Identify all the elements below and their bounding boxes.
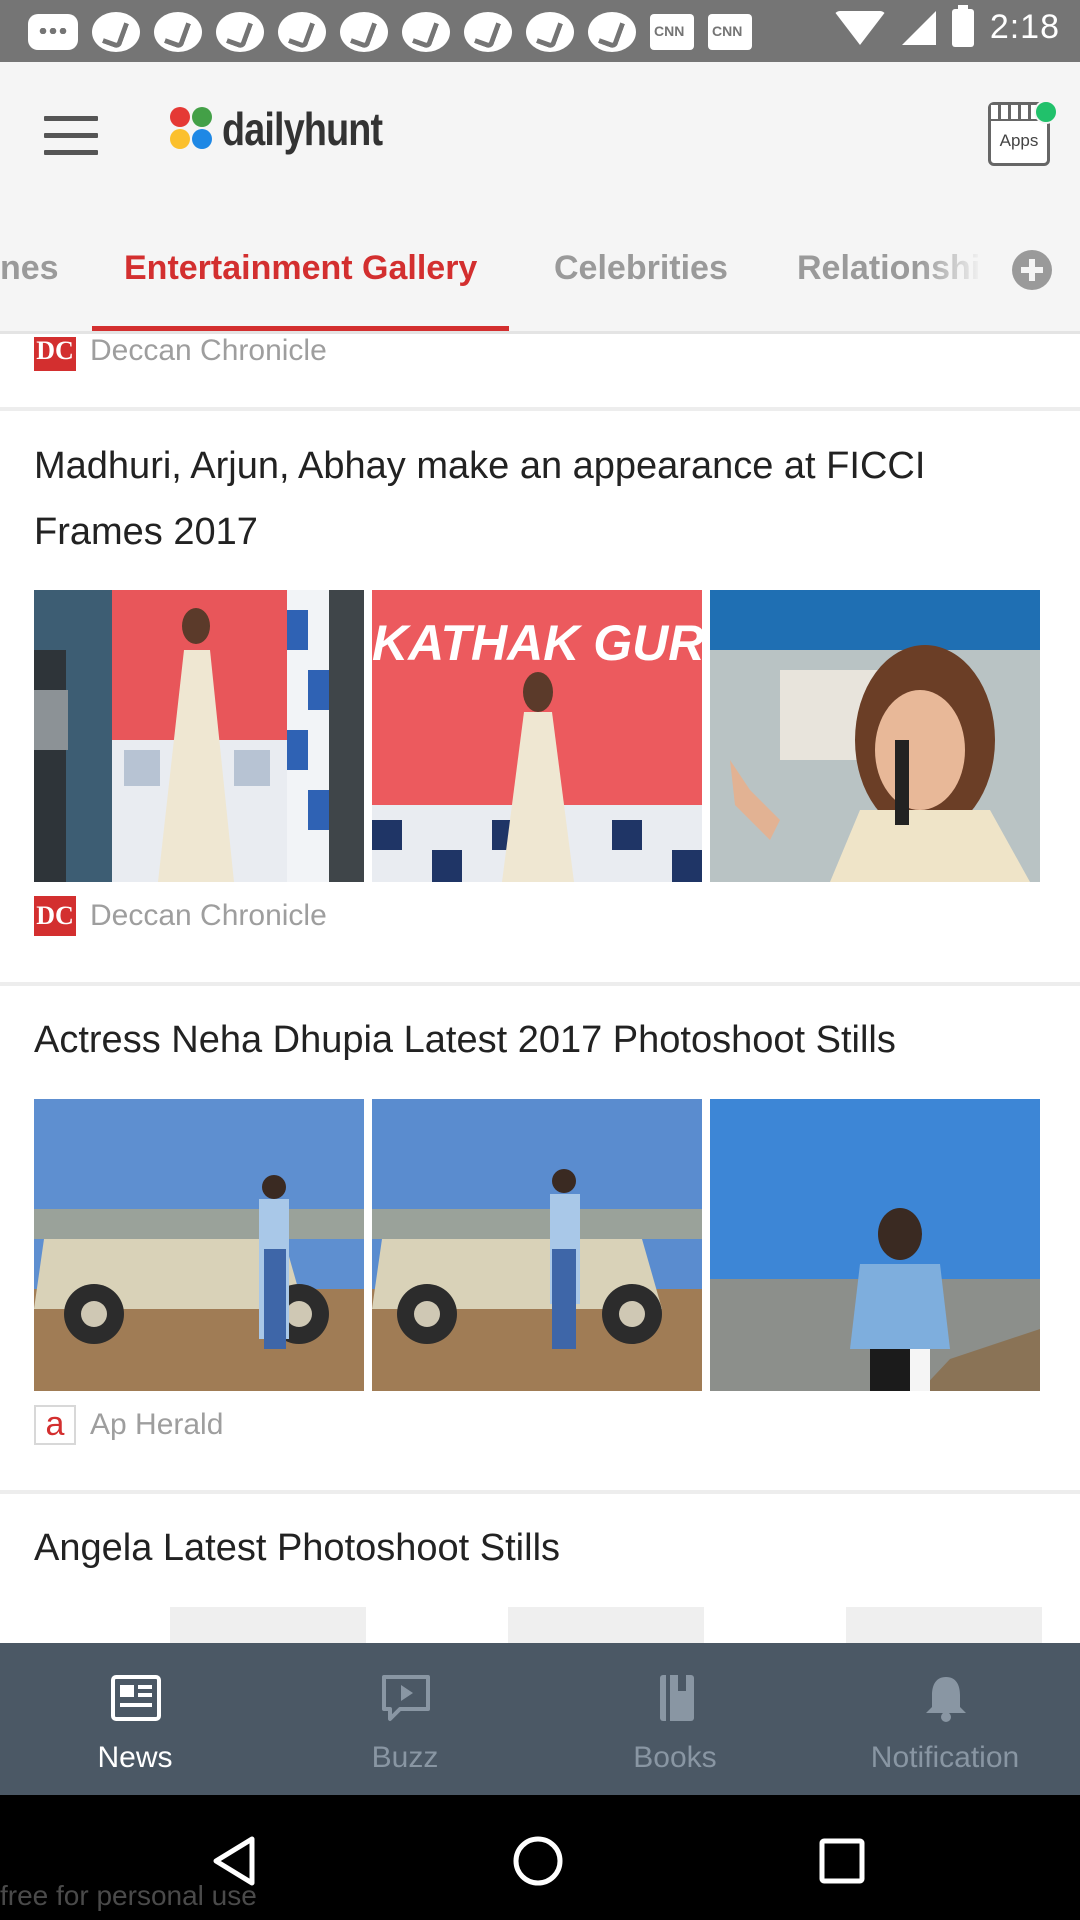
app-bar: dailyhunt Apps	[0, 62, 1080, 202]
deccan-chronicle-logo: DC	[34, 337, 76, 371]
article-source: DC Deccan Chronicle	[34, 337, 327, 371]
logo-text: dailyhunt	[222, 103, 383, 155]
clock: 2:18	[989, 8, 1060, 46]
article-photo[interactable]: KATHAK GURU, PA	[372, 590, 702, 882]
tune-icon	[588, 12, 636, 52]
newspaper-icon	[111, 1675, 161, 1721]
cnn-icon	[708, 14, 752, 50]
article-photo[interactable]	[34, 1099, 364, 1391]
card-divider	[0, 1490, 1080, 1494]
notification-icons	[28, 12, 752, 52]
tune-icon	[340, 12, 388, 52]
battery-icon	[951, 4, 974, 47]
tab-celebrities[interactable]: Celebrities	[554, 202, 728, 331]
tune-icon	[154, 12, 202, 52]
nav-label: Buzz	[371, 1741, 439, 1774]
news-feed[interactable]: DC Deccan Chronicle Madhuri, Arjun, Abha…	[0, 337, 1080, 1643]
add-tab-icon[interactable]	[1012, 250, 1052, 290]
source-name: Deccan Chronicle	[90, 899, 327, 932]
nav-buzz[interactable]: Buzz	[270, 1643, 540, 1795]
ap-herald-logo: a	[34, 1405, 76, 1445]
recents-icon[interactable]	[818, 1837, 866, 1885]
tune-icon	[526, 12, 574, 52]
article-photo[interactable]	[710, 590, 1040, 882]
nav-label: Notification	[870, 1741, 1020, 1774]
play-icon	[382, 1675, 430, 1721]
source-name: Ap Herald	[90, 1408, 224, 1441]
svg-text:KATHAK GURU, PA: KATHAK GURU, PA	[372, 615, 702, 671]
article-photo[interactable]	[34, 590, 364, 882]
article-title[interactable]: Angela Latest Photoshoot Stills	[34, 1515, 1034, 1581]
message-icon	[28, 14, 78, 50]
bell-icon	[926, 1677, 966, 1722]
tune-icon	[92, 12, 140, 52]
nav-news[interactable]: News	[0, 1643, 270, 1795]
article-photo[interactable]	[372, 1099, 702, 1391]
menu-button[interactable]	[44, 116, 98, 156]
bottom-navigation: News Buzz Books Notification	[0, 1643, 1080, 1795]
apps-label: Apps	[999, 131, 1039, 150]
cnn-icon	[650, 14, 694, 50]
signal-icon	[901, 10, 936, 45]
category-tabs: nes Entertainment Gallery Celebrities Re…	[0, 202, 1080, 334]
article-source: DC Deccan Chronicle	[34, 896, 327, 936]
apps-badge-dot	[1034, 100, 1058, 124]
tune-icon	[464, 12, 512, 52]
status-bar: 2:18	[0, 0, 1080, 62]
book-icon	[660, 1675, 694, 1721]
dailyhunt-logo-icon	[170, 107, 214, 151]
source-name: Deccan Chronicle	[90, 337, 327, 367]
tune-icon	[402, 12, 450, 52]
article-photo-placeholder[interactable]	[508, 1607, 704, 1643]
article-photo-placeholder[interactable]	[170, 1607, 366, 1643]
nav-books[interactable]: Books	[540, 1643, 810, 1795]
article-title[interactable]: Actress Neha Dhupia Latest 2017 Photosho…	[34, 1007, 1034, 1073]
article-title[interactable]: Madhuri, Arjun, Abhay make an appearance…	[34, 433, 1034, 565]
article-source: a Ap Herald	[34, 1405, 223, 1445]
tune-icon	[278, 12, 326, 52]
deccan-chronicle-logo: DC	[34, 896, 76, 936]
tune-icon	[216, 12, 264, 52]
nav-notification[interactable]: Notification	[810, 1643, 1080, 1795]
app-logo: dailyhunt	[170, 102, 417, 156]
watermark-text: free for personal use	[0, 1880, 257, 1911]
home-icon[interactable]	[512, 1835, 564, 1887]
nav-label: News	[97, 1741, 173, 1774]
menu-icon	[44, 116, 98, 121]
tab-entertainment-gallery[interactable]: Entertainment Gallery	[91, 202, 510, 331]
wifi-icon	[833, 10, 886, 45]
article-photo-placeholder[interactable]	[846, 1607, 1042, 1643]
nav-label: Books	[633, 1741, 717, 1774]
card-divider	[0, 982, 1080, 986]
tab-previous[interactable]: nes	[0, 202, 59, 331]
card-divider	[0, 407, 1080, 411]
article-photo[interactable]	[710, 1099, 1040, 1391]
